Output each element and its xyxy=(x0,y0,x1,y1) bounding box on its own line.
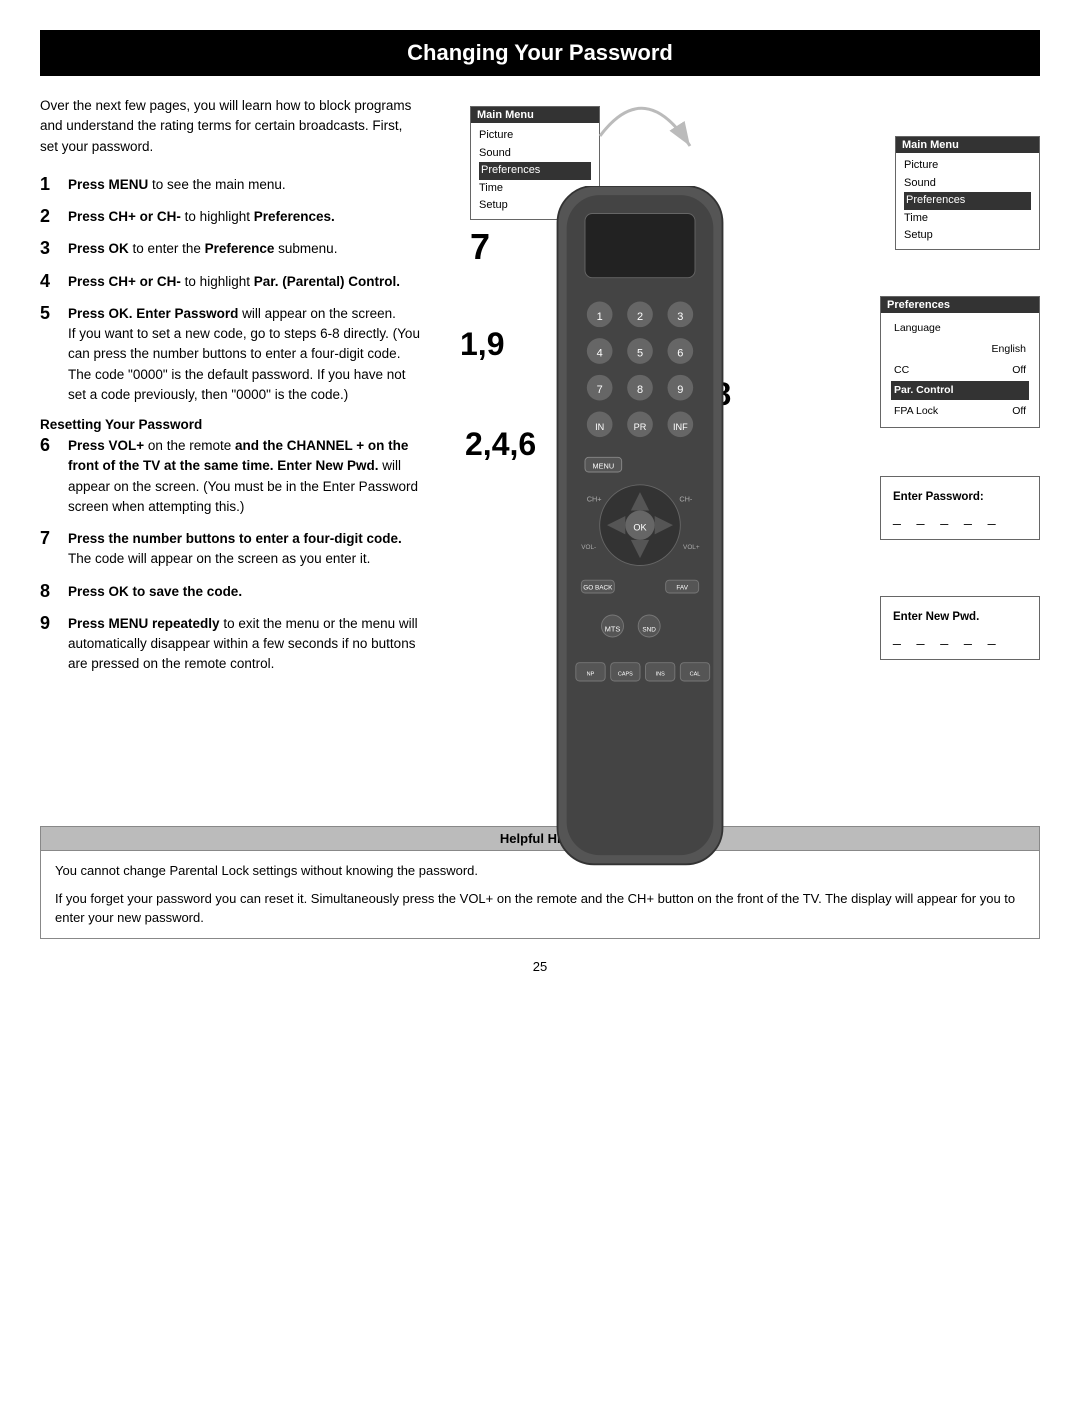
svg-text:PR: PR xyxy=(634,422,647,432)
svg-text:VOL-: VOL- xyxy=(581,544,596,551)
intro-text: Over the next few pages, you will learn … xyxy=(40,96,420,157)
svg-text:7: 7 xyxy=(597,384,603,396)
step-text-2: Press CH+ or CH- to highlight Preference… xyxy=(68,207,335,227)
svg-text:INS: INS xyxy=(656,671,665,677)
preferences-screen-title: Preferences xyxy=(881,297,1039,313)
svg-text:5: 5 xyxy=(637,347,643,359)
resetting-header: Resetting Your Password xyxy=(40,417,420,432)
enter-password-dashes: _ _ _ _ _ xyxy=(893,509,1027,525)
page-title: Changing Your Password xyxy=(40,30,1040,76)
enter-new-pwd-dashes: _ _ _ _ _ xyxy=(893,629,1027,645)
remote-control: 1 2 3 4 5 6 7 8 9 IN PR INF xyxy=(530,186,750,883)
svg-text:IN: IN xyxy=(595,422,604,432)
arrow-decoration xyxy=(580,96,710,196)
step-4: 4 Press CH+ or CH- to highlight Par. (Pa… xyxy=(40,272,420,292)
step-5: 5 Press OK. Enter Password will appear o… xyxy=(40,304,420,405)
step-1: 1 Press MENU to see the main menu. xyxy=(40,175,420,195)
step-text-1: Press MENU to see the main menu. xyxy=(68,175,286,195)
svg-text:MTS: MTS xyxy=(605,624,621,633)
illustration-column: Main Menu Picture Sound Preferences Time… xyxy=(440,96,1040,796)
step-text-9: Press MENU repeatedly to exit the menu o… xyxy=(68,614,420,675)
enter-password-label: Enter Password: xyxy=(893,491,1027,503)
svg-text:CAL: CAL xyxy=(690,671,701,677)
svg-text:MENU: MENU xyxy=(593,461,615,470)
svg-text:CAPS: CAPS xyxy=(618,671,633,677)
step-3: 3 Press OK to enter the Preference subme… xyxy=(40,239,420,259)
step-text-7: Press the number buttons to enter a four… xyxy=(68,529,420,570)
step-num-7: 7 xyxy=(40,528,68,549)
svg-text:3: 3 xyxy=(677,311,683,323)
screen-content-2: Picture Sound Preferences Time Setup xyxy=(896,153,1039,249)
step-2: 2 Press CH+ or CH- to highlight Preferen… xyxy=(40,207,420,227)
step-9: 9 Press MENU repeatedly to exit the menu… xyxy=(40,614,420,675)
enter-new-pwd-screen: Enter New Pwd. _ _ _ _ _ xyxy=(880,596,1040,660)
step-label-19: 1,9 xyxy=(460,326,504,363)
step-label-7: 7 xyxy=(470,226,490,268)
step-num-4: 4 xyxy=(40,271,68,292)
preferences-screen: Preferences Language English CC Off xyxy=(880,296,1040,428)
svg-text:NP: NP xyxy=(587,671,595,677)
svg-text:GO BACK: GO BACK xyxy=(583,584,613,591)
helpful-hint-2: If you forget your password you can rese… xyxy=(55,889,1025,928)
svg-text:2: 2 xyxy=(637,311,643,323)
step-num-2: 2 xyxy=(40,206,68,227)
svg-text:1: 1 xyxy=(597,311,603,323)
step-num-9: 9 xyxy=(40,613,68,634)
svg-text:VOL+: VOL+ xyxy=(683,544,700,551)
screen-title-2: Main Menu xyxy=(896,137,1039,153)
enter-new-pwd-label: Enter New Pwd. xyxy=(893,611,1027,623)
step-text-5: Press OK. Enter Password will appear on … xyxy=(68,304,420,405)
step-num-1: 1 xyxy=(40,174,68,195)
page-number: 25 xyxy=(0,959,1080,974)
step-num-6: 6 xyxy=(40,435,68,456)
svg-text:9: 9 xyxy=(677,384,683,396)
svg-text:OK: OK xyxy=(633,523,646,533)
step-text-3: Press OK to enter the Preference submenu… xyxy=(68,239,337,259)
step-6: 6 Press VOL+ on the remote and the CHANN… xyxy=(40,436,420,517)
svg-text:CH-: CH- xyxy=(679,494,693,503)
step-text-8: Press OK to save the code. xyxy=(68,582,242,602)
enter-password-screen: Enter Password: _ _ _ _ _ xyxy=(880,476,1040,540)
svg-text:CH+: CH+ xyxy=(587,494,602,503)
step-8: 8 Press OK to save the code. xyxy=(40,582,420,602)
preferences-screen-content: Language English CC Off Par. Control xyxy=(881,313,1039,427)
step-7: 7 Press the number buttons to enter a fo… xyxy=(40,529,420,570)
svg-text:SND: SND xyxy=(642,626,656,633)
svg-text:4: 4 xyxy=(597,347,603,359)
svg-text:8: 8 xyxy=(637,384,643,396)
step-text-6: Press VOL+ on the remote and the CHANNEL… xyxy=(68,436,420,517)
step-num-5: 5 xyxy=(40,303,68,324)
step-num-8: 8 xyxy=(40,581,68,602)
step-label-246: 2,4,6 xyxy=(465,426,536,463)
step-num-3: 3 xyxy=(40,238,68,259)
svg-text:FAV: FAV xyxy=(676,584,688,591)
svg-text:INF: INF xyxy=(673,422,688,432)
steps-column: Over the next few pages, you will learn … xyxy=(40,96,420,796)
svg-text:6: 6 xyxy=(677,347,683,359)
main-menu-screen-2: Main Menu Picture Sound Preferences Time… xyxy=(895,136,1040,250)
step-text-4: Press CH+ or CH- to highlight Par. (Pare… xyxy=(68,272,400,292)
